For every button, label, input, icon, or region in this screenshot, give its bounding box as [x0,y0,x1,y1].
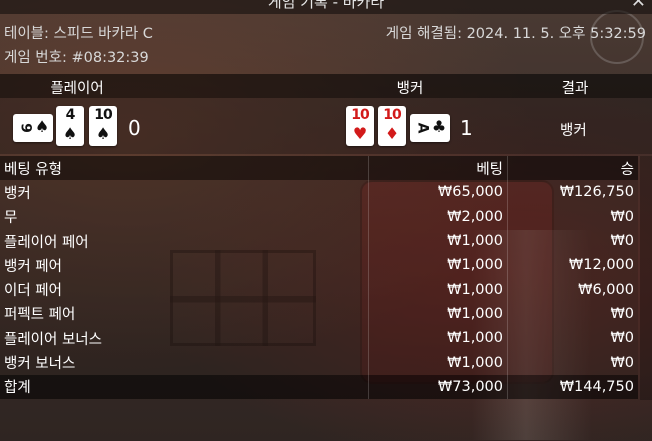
result-column-header: 결과 [561,81,589,97]
total-label: 합계 [0,374,369,399]
scrollbar[interactable] [640,156,652,400]
resolved-time: 게임 해결됨: 2024. 11. 5. 오후 5:32:59 [385,26,646,42]
player-card: 4 ♠ [56,106,84,146]
win-amount-header: 승 [507,156,638,181]
hand-header: 플레이어 뱅커 결과 [0,74,652,98]
player-column-header: 플레이어 [50,81,104,97]
total-bet: ₩73,000 [368,374,508,399]
table-row: 플레이어 페어 ₩1,000 ₩0 [0,228,638,254]
banker-column-header: 뱅커 [396,81,424,97]
table-row: 이더 페어 ₩1,000 ₩6,000 [0,277,638,302]
table-name: 테이블: 스피드 바카라 C [4,26,153,42]
player-card: 10 ♠ [89,106,117,146]
table-row: 플레이어 보너스 ₩1,000 ₩0 [0,326,638,351]
table-row: 뱅커 ₩65,000 ₩126,750 [0,180,638,205]
result-value: 뱅커 [560,123,587,139]
banker-card: A ♣ [410,114,450,142]
table-row: 뱅커 페어 ₩1,000 ₩12,000 [0,253,638,278]
player-card: 9 ♠ [13,114,53,142]
bet-type-header: 베팅 유형 [0,156,369,181]
bets-header-row: 베팅 유형 베팅 승 [0,156,638,181]
banker-card: 10 ♥ [346,106,374,146]
game-number: 게임 번호: #08:32:39 [4,50,149,66]
total-win: ₩144,750 [507,374,638,399]
window-title: 게임 기록 - 바카라 [267,0,385,11]
player-score: 0 [128,116,141,140]
title-bar: 게임 기록 - 바카라 ✕ [0,0,652,14]
table-row: 뱅커 보너스 ₩1,000 ₩0 [0,350,638,375]
close-icon[interactable]: ✕ [631,0,646,12]
table-row: 퍼펙트 페어 ₩1,000 ₩0 [0,301,638,327]
banker-score: 1 [460,116,473,140]
hand-cards-row: 9 ♠ 4 ♠ 10 ♠ 0 10 ♥ 10 ♦ A ♣ 1 뱅커 [0,98,652,154]
banker-card: 10 ♦ [378,106,406,146]
bet-amount-header: 베팅 [368,156,508,181]
table-row: 무 ₩2,000 ₩0 [0,204,638,229]
total-row: 합계 ₩73,000 ₩144,750 [0,374,638,399]
bets-table: 베팅 유형 베팅 승 뱅커 ₩65,000 ₩126,750 무 ₩2,000 … [0,156,638,399]
